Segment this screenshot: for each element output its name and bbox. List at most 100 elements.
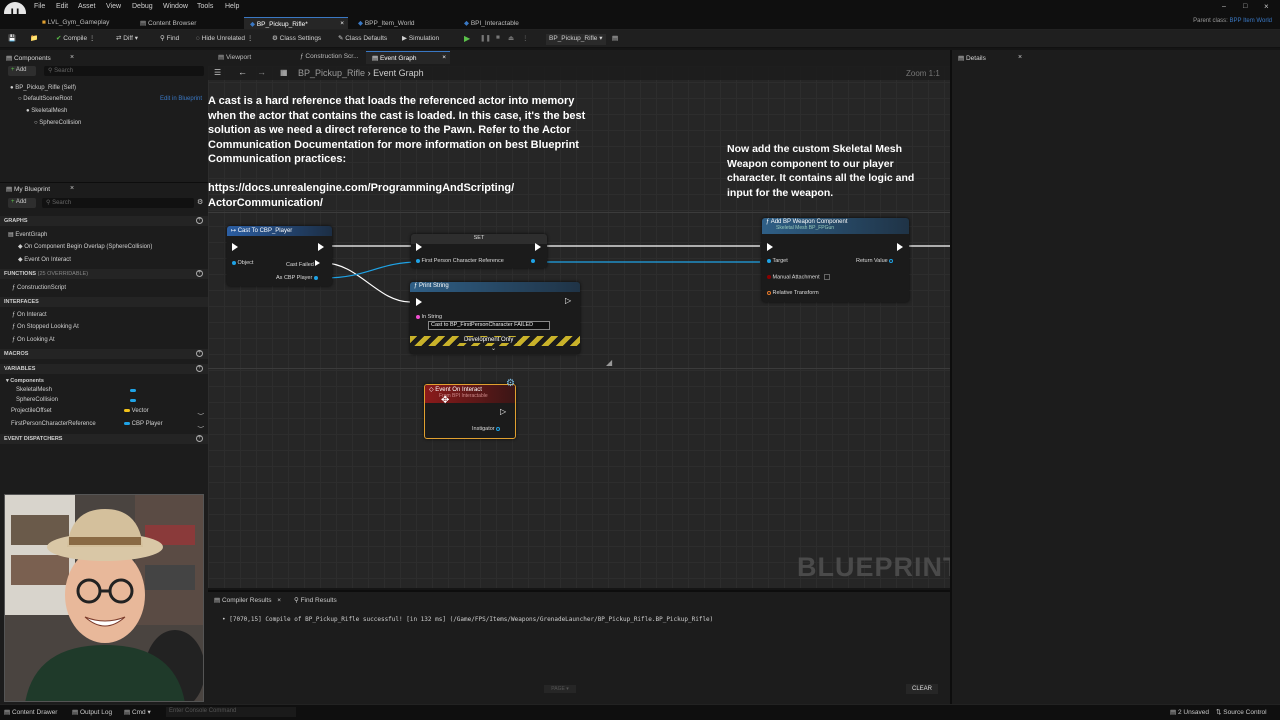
cast-exec-in-pin[interactable] — [232, 243, 238, 251]
var-type-vector[interactable]: Vector — [124, 408, 149, 414]
tab-find-results[interactable]: ⚲ Find Results — [294, 596, 337, 604]
tab-compiler-results[interactable]: ▤ Compiler Results × — [214, 596, 281, 604]
print-string-input[interactable]: Cast to BP_FirstPersonCharacter FAILED — [428, 321, 550, 330]
graph-event-graph[interactable]: ▤ EventGraph — [8, 231, 47, 238]
interface-on-looking-at[interactable]: ƒ On Looking At — [12, 337, 55, 343]
interface-on-interact[interactable]: ƒ On Interact — [12, 312, 47, 318]
source-control-button[interactable]: ⇅ Source Control — [1216, 708, 1267, 716]
cast-as-player-pin[interactable]: As CBP Player — [276, 275, 318, 281]
components-search-input[interactable]: ⚲ Search — [44, 66, 204, 76]
var-sphere-collision[interactable]: SphereCollision — [16, 397, 58, 403]
content-drawer-button[interactable]: ▤ Content Drawer — [4, 708, 57, 716]
menu-tools[interactable]: Tools — [197, 3, 213, 10]
unsaved-indicator[interactable]: ▤ 2 Unsaved — [1170, 708, 1209, 716]
play-icon[interactable]: ▶ — [464, 34, 470, 45]
graph-item-event-on-interact[interactable]: ◆ Event On Interact — [18, 256, 71, 263]
close-tab-icon[interactable]: × — [277, 597, 281, 604]
tab-viewport[interactable]: ▤ Viewport — [212, 52, 257, 63]
graphs-header[interactable]: GRAPHS — [4, 218, 28, 224]
var-projectile-offset[interactable]: ProjectileOffset — [11, 408, 52, 414]
maximize-icon[interactable]: □ — [1243, 3, 1247, 10]
graph-item-overlap[interactable]: ◆ On Component Begin Overlap (SphereColl… — [18, 243, 152, 250]
close-tab-icon[interactable]: × — [340, 20, 344, 27]
variables-header[interactable]: VARIABLES — [4, 366, 35, 372]
add-comp-exec-out-pin[interactable] — [897, 243, 903, 251]
clear-button[interactable]: CLEAR — [906, 684, 938, 694]
components-vars-header[interactable]: ▾ Components — [6, 378, 44, 384]
var-type-cbp-player[interactable]: CBP Player — [124, 421, 163, 427]
add-member-button[interactable]: + Add — [8, 198, 36, 208]
component-default-scene-root[interactable]: ○ DefaultSceneRoot — [18, 96, 72, 102]
step-icon[interactable]: ⋮ — [522, 34, 529, 45]
eject-icon[interactable]: ⏏ — [508, 34, 514, 45]
tab-construction-script[interactable]: ƒ Construction Scr... — [294, 52, 365, 63]
menu-file[interactable]: File — [34, 3, 45, 10]
expand-chevron-icon[interactable]: ⌄ — [491, 345, 496, 352]
close-components-icon[interactable]: × — [70, 54, 74, 61]
debug-browse-icon[interactable]: ▤ — [612, 34, 618, 45]
close-tab-icon[interactable]: × — [442, 54, 446, 61]
simulation-button[interactable]: ▶ Simulation — [402, 34, 439, 45]
menu-help[interactable]: Help — [225, 3, 239, 10]
var-first-person-character-reference[interactable]: FirstPersonCharacterReference — [11, 421, 96, 427]
set-exec-in-pin[interactable] — [416, 243, 422, 251]
output-log-button[interactable]: ▤ Output Log — [72, 708, 112, 716]
set-exec-out-pin[interactable] — [535, 243, 541, 251]
cmd-select[interactable]: ▤ Cmd ▾ — [124, 708, 151, 716]
hide-unrelated-button[interactable]: ◌ Hide Unrelated ⋮ — [196, 34, 253, 45]
settings-gear-icon[interactable]: ⚙ — [197, 198, 203, 206]
tab-bpp-item-world[interactable]: ◆ BPP_Item_World — [352, 17, 421, 29]
print-exec-in-pin[interactable] — [416, 298, 422, 306]
close-window-icon[interactable]: × — [1264, 2, 1269, 11]
menu-debug[interactable]: Debug — [132, 3, 153, 10]
checkbox[interactable] — [824, 274, 831, 280]
add-variable-icon[interactable]: + — [196, 365, 203, 372]
add-comp-return-pin[interactable]: Return Value — [856, 258, 894, 264]
eye-icon[interactable]: ‿ — [198, 420, 204, 428]
menu-asset[interactable]: Asset — [78, 3, 96, 10]
pause-icon[interactable]: ❚❚ — [480, 34, 491, 45]
compile-button[interactable]: ✔ Compile ⋮ — [56, 34, 95, 45]
tab-bp-pickup-rifle[interactable]: ◆ BP_Pickup_Rifle* × — [244, 17, 348, 29]
add-function-icon[interactable]: + — [196, 270, 203, 277]
stop-icon[interactable]: ■ — [496, 34, 500, 45]
debug-object-select[interactable]: BP_Pickup_Rifle ▾ — [546, 34, 606, 45]
macros-header[interactable]: MACROS — [4, 351, 28, 357]
event-exec-out-arrow-icon[interactable]: ▷ — [500, 407, 506, 416]
add-comp-exec-in-pin[interactable] — [767, 243, 773, 251]
cast-exec-out-pin[interactable] — [318, 243, 324, 251]
tab-content-browser[interactable]: ▤ Content Browser — [134, 17, 202, 29]
cast-object-pin[interactable]: Object — [232, 260, 253, 266]
diff-button[interactable]: ⇄ Diff ▾ — [116, 34, 138, 45]
component-skeletal-mesh[interactable]: ● SkeletalMesh — [26, 108, 67, 114]
function-construction-script[interactable]: ƒ ConstructionScript — [12, 285, 66, 291]
parent-class-link[interactable]: BPP Item World — [1230, 18, 1272, 24]
tab-level[interactable]: ■ LVL_Gym_Gameplay — [36, 17, 115, 29]
add-graph-icon[interactable]: + — [196, 217, 203, 224]
interfaces-header[interactable]: INTERFACES — [4, 299, 39, 305]
class-defaults-button[interactable]: ✎ Class Defaults — [338, 34, 387, 45]
set-reference-pin[interactable]: First Person Character Reference — [416, 258, 536, 264]
tab-event-graph[interactable]: ▤ Event Graph × — [366, 51, 450, 64]
print-in-string-pin[interactable]: In String — [416, 314, 442, 320]
eye-icon[interactable]: ‿ — [198, 407, 204, 415]
minimize-icon[interactable]: – — [1222, 3, 1226, 10]
console-command-input[interactable]: Enter Console Command — [166, 707, 296, 717]
event-dispatchers-header[interactable]: EVENT DISPATCHERS — [4, 436, 62, 442]
close-my-blueprint-icon[interactable]: × — [70, 185, 74, 192]
add-dispatcher-icon[interactable]: + — [196, 435, 203, 442]
edit-in-blueprint-link[interactable]: Edit in Blueprint — [160, 96, 202, 102]
menu-view[interactable]: View — [106, 3, 121, 10]
add-comp-relative-transform-pin[interactable]: Relative Transform — [767, 290, 819, 296]
component-sphere-collision[interactable]: ○ SphereCollision — [34, 120, 81, 126]
functions-header[interactable]: FUNCTIONS (25 OVERRIDABLE) — [4, 271, 88, 277]
add-component-button[interactable]: + Add — [8, 66, 36, 76]
cast-failed-pin[interactable]: Cast Failed — [286, 260, 321, 268]
find-button[interactable]: ⚲ Find — [160, 34, 179, 45]
event-instigator-pin[interactable]: Instigator — [472, 426, 501, 432]
close-details-icon[interactable]: × — [1018, 54, 1022, 61]
class-settings-button[interactable]: ⚙ Class Settings — [272, 34, 321, 45]
menu-window[interactable]: Window — [163, 3, 188, 10]
my-blueprint-search-input[interactable]: ⚲ Search — [42, 198, 194, 208]
page-select[interactable]: PAGE ▾ — [544, 685, 576, 693]
